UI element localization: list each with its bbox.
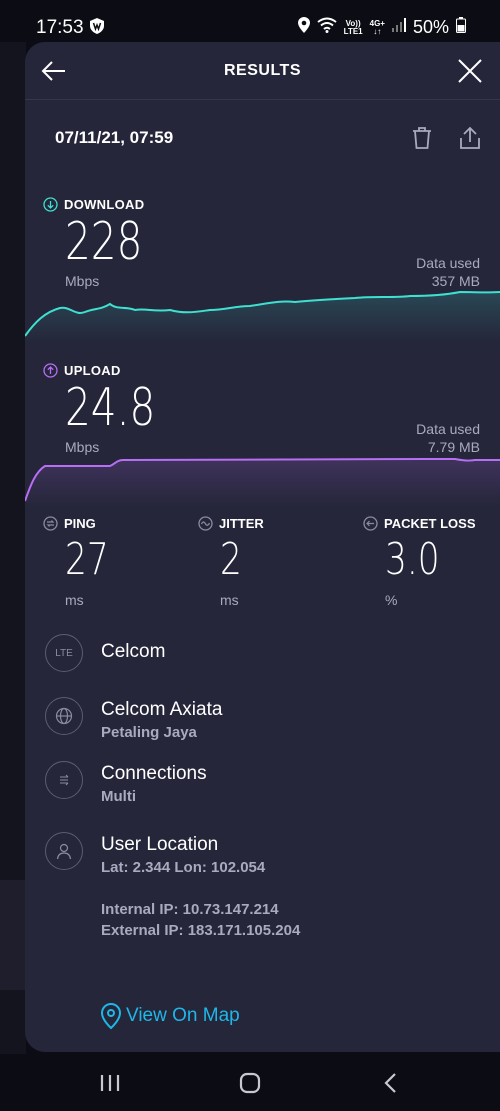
download-value: 228: [65, 212, 143, 272]
jitter-label-text: JITTER: [219, 516, 264, 531]
carrier-row: LTE Celcom: [45, 634, 165, 672]
server-name: Celcom Axiata: [101, 699, 223, 720]
packet-loss-label: PACKET LOSS: [363, 516, 476, 531]
results-card: RESULTS 07/11/21, 07:59 DOWNLOAD 228 Mbp…: [25, 42, 500, 1052]
connections-icon: [45, 761, 83, 799]
lte-badge-text: LTE: [55, 647, 73, 659]
status-time: 17:53: [36, 17, 84, 38]
lte-icon: LTE: [45, 634, 83, 672]
result-date: 07/11/21, 07:59: [55, 128, 174, 147]
location-coords: Lat: 2.344 Lon: 102.054: [101, 859, 266, 876]
location-row: User Location Lat: 2.344 Lon: 102.054: [45, 832, 265, 879]
ping-icon: [43, 516, 58, 531]
location-icon: [297, 17, 310, 38]
ping-value: 27: [65, 534, 109, 585]
upload-data-used-label: Data used: [416, 421, 480, 437]
download-label-text: DOWNLOAD: [64, 197, 145, 212]
net-type-text: 4G+: [369, 18, 385, 28]
shield-icon: [90, 18, 104, 39]
download-icon: [43, 197, 58, 212]
navigation-bar: [0, 1054, 500, 1111]
carrier-name: Celcom: [101, 641, 166, 662]
status-icons: Vo)) LTE1 4G+ ↓↑ 50%: [297, 17, 466, 38]
connections-title: Connections: [101, 763, 207, 784]
status-bar: 17:53 Vo)) LTE1 4G+ ↓↑ 50%: [0, 0, 500, 40]
upload-label-text: UPLOAD: [64, 363, 121, 378]
packet-loss-label-text: PACKET LOSS: [384, 516, 476, 531]
connections-row: Connections Multi: [45, 761, 207, 808]
location-title: User Location: [101, 834, 219, 855]
volte-indicator: Vo)) LTE1: [343, 19, 363, 36]
signal-icon: [391, 18, 406, 37]
download-label: DOWNLOAD: [43, 197, 144, 212]
network-text: LTE1: [343, 26, 363, 36]
jitter-value: 2: [220, 534, 242, 585]
results-header: RESULTS: [25, 42, 500, 100]
ping-label: PING: [43, 516, 96, 531]
chevron-left-icon: [384, 1073, 396, 1093]
background-card: [0, 880, 26, 990]
close-icon: [458, 59, 482, 83]
globe-icon: [45, 697, 83, 735]
upload-icon: [43, 363, 58, 378]
battery-text: 50%: [412, 17, 449, 37]
server-location: Petaling Jaya: [101, 724, 197, 741]
wifi-icon: [317, 17, 337, 38]
recent-apps-icon: [100, 1075, 120, 1091]
home-button[interactable]: [235, 1068, 265, 1098]
view-on-map-label: View On Map: [126, 1005, 240, 1026]
upload-label: UPLOAD: [43, 363, 121, 378]
battery-icon: [456, 17, 466, 38]
server-row[interactable]: Celcom Axiata Petaling Jaya: [45, 697, 222, 744]
ping-unit: ms: [65, 592, 84, 608]
net-type-indicator: 4G+ ↓↑: [369, 18, 385, 36]
connections-value: Multi: [101, 788, 136, 805]
ping-label-text: PING: [64, 516, 96, 531]
upload-graph: [25, 458, 500, 507]
map-pin-icon: [100, 1002, 122, 1030]
download-data-used-label: Data used: [416, 255, 480, 271]
page-title: RESULTS: [224, 62, 301, 79]
jitter-unit: ms: [220, 592, 239, 608]
home-icon: [239, 1072, 261, 1094]
jitter-icon: [198, 516, 213, 531]
recent-apps-button[interactable]: [95, 1068, 125, 1098]
view-on-map-link[interactable]: View On Map: [100, 1002, 240, 1030]
upload-value: 24.8: [65, 378, 156, 438]
share-icon: [460, 126, 480, 149]
jitter-label: JITTER: [198, 516, 264, 531]
share-button[interactable]: [458, 126, 482, 150]
packet-loss-unit: %: [385, 592, 398, 608]
external-ip: External IP: 183.171.105.204: [101, 922, 301, 939]
close-button[interactable]: [457, 58, 483, 84]
ip-block: Internal IP: 10.73.147.214 External IP: …: [101, 899, 300, 941]
packet-loss-value: 3.0: [385, 534, 440, 585]
delete-button[interactable]: [411, 126, 433, 150]
internal-ip: Internal IP: 10.73.147.214: [101, 901, 279, 918]
packet-loss-icon: [363, 516, 378, 531]
nav-back-button[interactable]: [376, 1068, 406, 1098]
trash-icon: [413, 127, 431, 149]
download-graph: [25, 290, 500, 342]
user-icon: [45, 832, 83, 870]
